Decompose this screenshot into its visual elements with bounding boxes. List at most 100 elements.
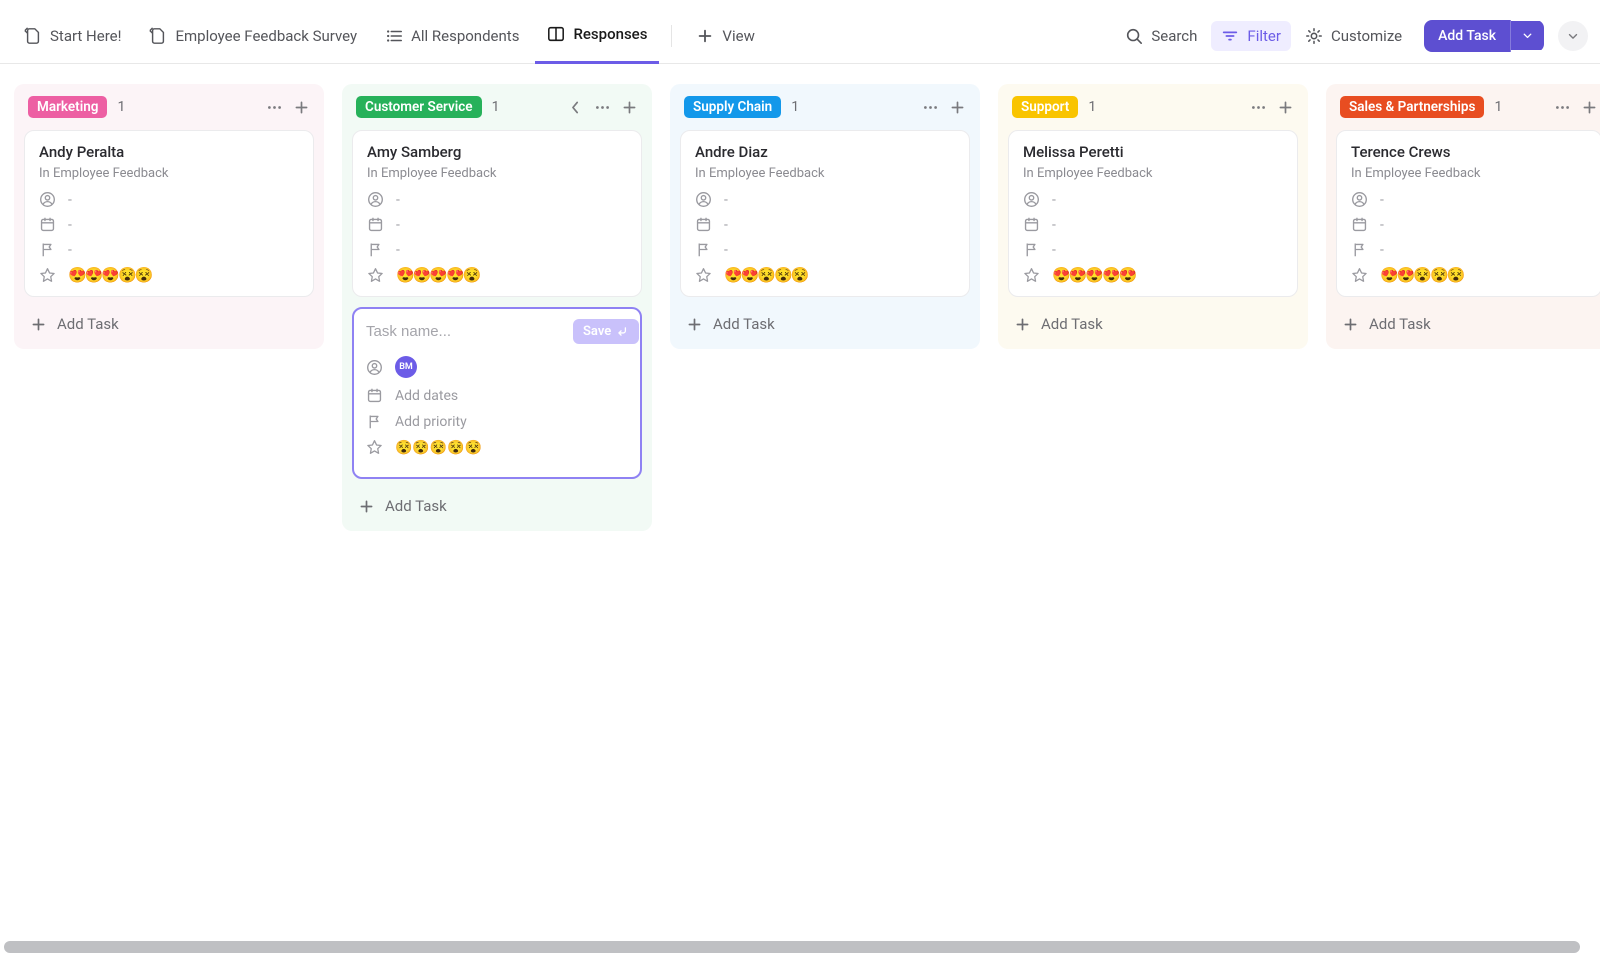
add-task-split-button: Add Task (1424, 20, 1544, 52)
add-task-row[interactable]: Add Task (24, 307, 314, 335)
column-badge[interactable]: Support (1012, 96, 1078, 118)
add-task-button[interactable]: Add Task (1424, 20, 1511, 52)
calendar-icon (367, 216, 384, 233)
assignee-avatar[interactable]: BM (395, 356, 417, 378)
add-task-label: Add Task (1041, 315, 1103, 333)
column-badge[interactable]: Sales & Partnerships (1340, 96, 1484, 118)
assignee-row[interactable]: - (1351, 191, 1587, 208)
user-icon (367, 191, 384, 208)
add-task-row[interactable]: Add Task (352, 489, 642, 517)
label: Search (1151, 27, 1197, 45)
rating-row[interactable]: 😍😍😍😵😵 (39, 266, 299, 284)
chevron-down-icon (1566, 29, 1580, 43)
column-add-button[interactable] (621, 99, 638, 116)
save-button[interactable]: Save (573, 319, 639, 344)
card-title: Andy Peralta (39, 143, 299, 161)
date-row[interactable]: Add dates (366, 387, 628, 404)
save-label: Save (583, 324, 611, 339)
assignee-row[interactable]: BM (366, 356, 628, 378)
assignee-row[interactable]: - (1023, 191, 1283, 208)
column-menu-button[interactable] (1250, 99, 1267, 116)
priority-row[interactable]: - (1351, 241, 1587, 258)
card-subtitle: In Employee Feedback (1023, 166, 1283, 181)
plus-icon (1014, 316, 1031, 333)
task-card[interactable]: Andre Diaz In Employee Feedback - - - 😍😍… (680, 130, 970, 297)
return-icon (616, 325, 629, 338)
assignee-row[interactable]: - (695, 191, 955, 208)
rating-row[interactable]: 😍😍😍😍😍 (1023, 266, 1283, 284)
column-header: Marketing 1 (24, 94, 314, 120)
column-count: 1 (117, 99, 125, 115)
customize-button[interactable]: Customize (1295, 21, 1412, 51)
new-task-card: Save BM Add dates Add priority 😵😵😵😵😵 (352, 307, 642, 479)
star-icon (1023, 267, 1040, 284)
priority-row[interactable]: Add priority (366, 413, 628, 430)
card-title: Amy Samberg (367, 143, 627, 161)
rating-row[interactable]: 😍😍😍😍😵 (367, 266, 627, 284)
priority-row[interactable]: - (39, 241, 299, 258)
date-row[interactable]: - (1351, 216, 1587, 233)
assignee-row[interactable]: - (367, 191, 627, 208)
rating-row[interactable]: 😵😵😵😵😵 (366, 439, 628, 456)
column-header: Customer Service 1 (352, 94, 642, 120)
column-count: 1 (791, 99, 799, 115)
column-add-button[interactable] (293, 99, 310, 116)
task-card[interactable]: Melissa Peretti In Employee Feedback - -… (1008, 130, 1298, 297)
tab-employee-feedback-survey[interactable]: Employee Feedback Survey (137, 8, 369, 64)
user-icon (39, 191, 56, 208)
task-card[interactable]: Terence Crews In Employee Feedback - - -… (1336, 130, 1600, 297)
add-view-button[interactable]: View (684, 8, 766, 64)
column-badge[interactable]: Marketing (28, 96, 107, 118)
rating-value: 😍😍😵😵😵 (1380, 266, 1463, 284)
column-add-button[interactable] (949, 99, 966, 116)
flag-icon (367, 241, 384, 258)
tab-responses[interactable]: Responses (535, 8, 659, 64)
priority-row[interactable]: - (1023, 241, 1283, 258)
column-menu-button[interactable] (266, 99, 283, 116)
add-task-row[interactable]: Add Task (1336, 307, 1600, 335)
card-subtitle: In Employee Feedback (367, 166, 627, 181)
plus-icon (696, 27, 714, 45)
column-add-button[interactable] (1581, 99, 1598, 116)
assignee-value: - (1052, 192, 1056, 208)
column-supply-chain: Supply Chain 1 Andre Diaz In Employee Fe… (670, 84, 980, 349)
column-menu-button[interactable] (1554, 99, 1571, 116)
add-task-row[interactable]: Add Task (1008, 307, 1298, 335)
card-subtitle: In Employee Feedback (1351, 166, 1587, 181)
date-row[interactable]: - (39, 216, 299, 233)
rating-row[interactable]: 😍😍😵😵😵 (695, 266, 955, 284)
task-card[interactable]: Andy Peralta In Employee Feedback - - - … (24, 130, 314, 297)
tab-start-here[interactable]: Start Here! (12, 8, 133, 64)
assignee-row[interactable]: - (39, 191, 299, 208)
assignee-value: - (68, 192, 72, 208)
collapse-column-button[interactable] (567, 99, 584, 116)
board-icon (547, 25, 565, 43)
flag-icon (1023, 241, 1040, 258)
date-row[interactable]: - (695, 216, 955, 233)
priority-row[interactable]: - (367, 241, 627, 258)
card-title: Andre Diaz (695, 143, 955, 161)
calendar-icon (1023, 216, 1040, 233)
priority-value: - (724, 242, 728, 258)
priority-row[interactable]: - (695, 241, 955, 258)
card-subtitle: In Employee Feedback (39, 166, 299, 181)
column-menu-button[interactable] (922, 99, 939, 116)
column-add-button[interactable] (1277, 99, 1294, 116)
date-row[interactable]: - (367, 216, 627, 233)
search-button[interactable]: Search (1115, 21, 1207, 51)
add-task-dropdown[interactable] (1511, 21, 1544, 50)
collapse-button[interactable] (1558, 21, 1588, 51)
column-badge[interactable]: Supply Chain (684, 96, 781, 118)
horizontal-scrollbar[interactable] (4, 941, 1580, 953)
date-row[interactable]: - (1023, 216, 1283, 233)
flag-icon (366, 413, 383, 430)
filter-button[interactable]: Filter (1211, 21, 1291, 51)
kanban-board: Marketing 1 Andy Peralta In Employee Fee… (0, 64, 1600, 955)
task-name-input[interactable] (366, 319, 565, 344)
add-task-row[interactable]: Add Task (680, 307, 970, 335)
task-card[interactable]: Amy Samberg In Employee Feedback - - - 😍… (352, 130, 642, 297)
rating-row[interactable]: 😍😍😵😵😵 (1351, 266, 1587, 284)
tab-all-respondents[interactable]: All Respondents (373, 8, 531, 64)
column-menu-button[interactable] (594, 99, 611, 116)
column-badge[interactable]: Customer Service (356, 96, 482, 118)
